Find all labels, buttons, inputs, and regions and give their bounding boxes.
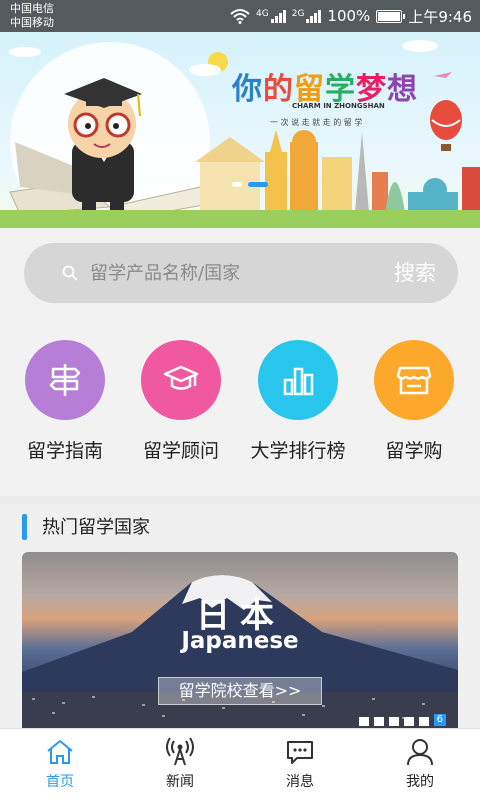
pager-dot [373, 717, 384, 726]
hot-countries-section: 热门留学国家 日本 Japanese 留学院校查看>> 6 [0, 504, 480, 728]
category-row: 留学指南 留学顾问 大学排行榜 留学购 [0, 340, 480, 490]
network-4g-label: 4G [256, 9, 269, 19]
pager-dot [403, 717, 414, 726]
pager-dot [358, 717, 369, 726]
nav-label: 我的 [406, 774, 434, 790]
category-study-guide[interactable]: 留学指南 [10, 340, 120, 463]
category-study-shop[interactable]: 留学购 [359, 340, 469, 463]
broadcast-icon [166, 737, 194, 766]
nav-messages[interactable]: 消息 [240, 729, 360, 800]
carrier-info: 中国电信 中国移动 [10, 2, 54, 30]
pager-dot [388, 717, 399, 726]
card-pager: 6 [358, 714, 446, 726]
category-study-consultant[interactable]: 留学顾问 [126, 340, 236, 463]
user-icon [407, 739, 433, 766]
pager-dot [418, 717, 429, 726]
nav-label: 新闻 [166, 774, 194, 790]
status-bar: 中国电信 中国移动 4G 2G 100% 上午9:46 [0, 0, 480, 32]
promo-banner[interactable]: 你的留学梦想 CHARM IN ZHONGSHAN 一 次 说 走 就 走 的 … [0, 32, 480, 228]
country-card-japan[interactable]: 日本 Japanese 留学院校查看>> 6 [22, 552, 458, 728]
nav-label: 首页 [46, 774, 74, 790]
network-2g-label: 2G [291, 9, 305, 19]
signal-2g-icon: 2G [292, 9, 322, 23]
category-label: 留学顾问 [142, 440, 219, 462]
nav-news[interactable]: 新闻 [120, 729, 240, 800]
signpost-icon [25, 340, 105, 420]
category-label: 大学排行榜 [250, 440, 346, 462]
category-label: 留学指南 [26, 440, 103, 462]
status-icons: 4G 2G 100% 上午9:46 [230, 0, 472, 32]
nav-label: 消息 [286, 774, 314, 790]
graduation-cap-icon [141, 340, 221, 420]
banner-ground [0, 210, 480, 228]
section-divider [0, 496, 480, 504]
chat-icon [287, 741, 313, 764]
bottom-nav: 首页 新闻 消息 我的 [0, 728, 480, 800]
carrier-1: 中国电信 [10, 2, 54, 15]
signal-4g-icon: 4G [256, 9, 286, 23]
section-accent-bar [22, 514, 27, 540]
nav-home[interactable]: 首页 [0, 729, 120, 800]
banner-illustration [9, 40, 480, 228]
bar-chart-icon [258, 340, 338, 420]
nav-profile[interactable]: 我的 [360, 729, 480, 800]
category-label: 留学购 [385, 440, 443, 462]
view-schools-button[interactable]: 留学院校查看>> [158, 677, 322, 705]
banner-pager-dot [232, 182, 242, 187]
home-icon [47, 740, 73, 764]
card-country-name-en: Japanese [181, 628, 299, 654]
carrier-2: 中国移动 [10, 16, 54, 29]
search-bar[interactable]: 搜索 [24, 243, 458, 303]
search-button[interactable]: 搜索 [394, 257, 436, 287]
banner-slogan: 一 次 说 走 就 走 的 留 学 [270, 118, 363, 127]
section-title: 热门留学国家 [42, 517, 150, 538]
search-input[interactable] [90, 257, 370, 289]
wifi-icon [230, 9, 250, 24]
banner-subtitle: CHARM IN ZHONGSHAN [292, 102, 385, 110]
battery-percent: 100% [327, 7, 371, 25]
category-university-ranking[interactable]: 大学排行榜 [243, 340, 353, 463]
storefront-icon [374, 340, 454, 420]
pager-count-badge: 6 [433, 714, 446, 726]
battery-icon [376, 9, 406, 23]
banner-pager-dot-active [248, 182, 268, 187]
clock: 上午9:46 [408, 7, 472, 26]
search-icon [62, 265, 78, 281]
